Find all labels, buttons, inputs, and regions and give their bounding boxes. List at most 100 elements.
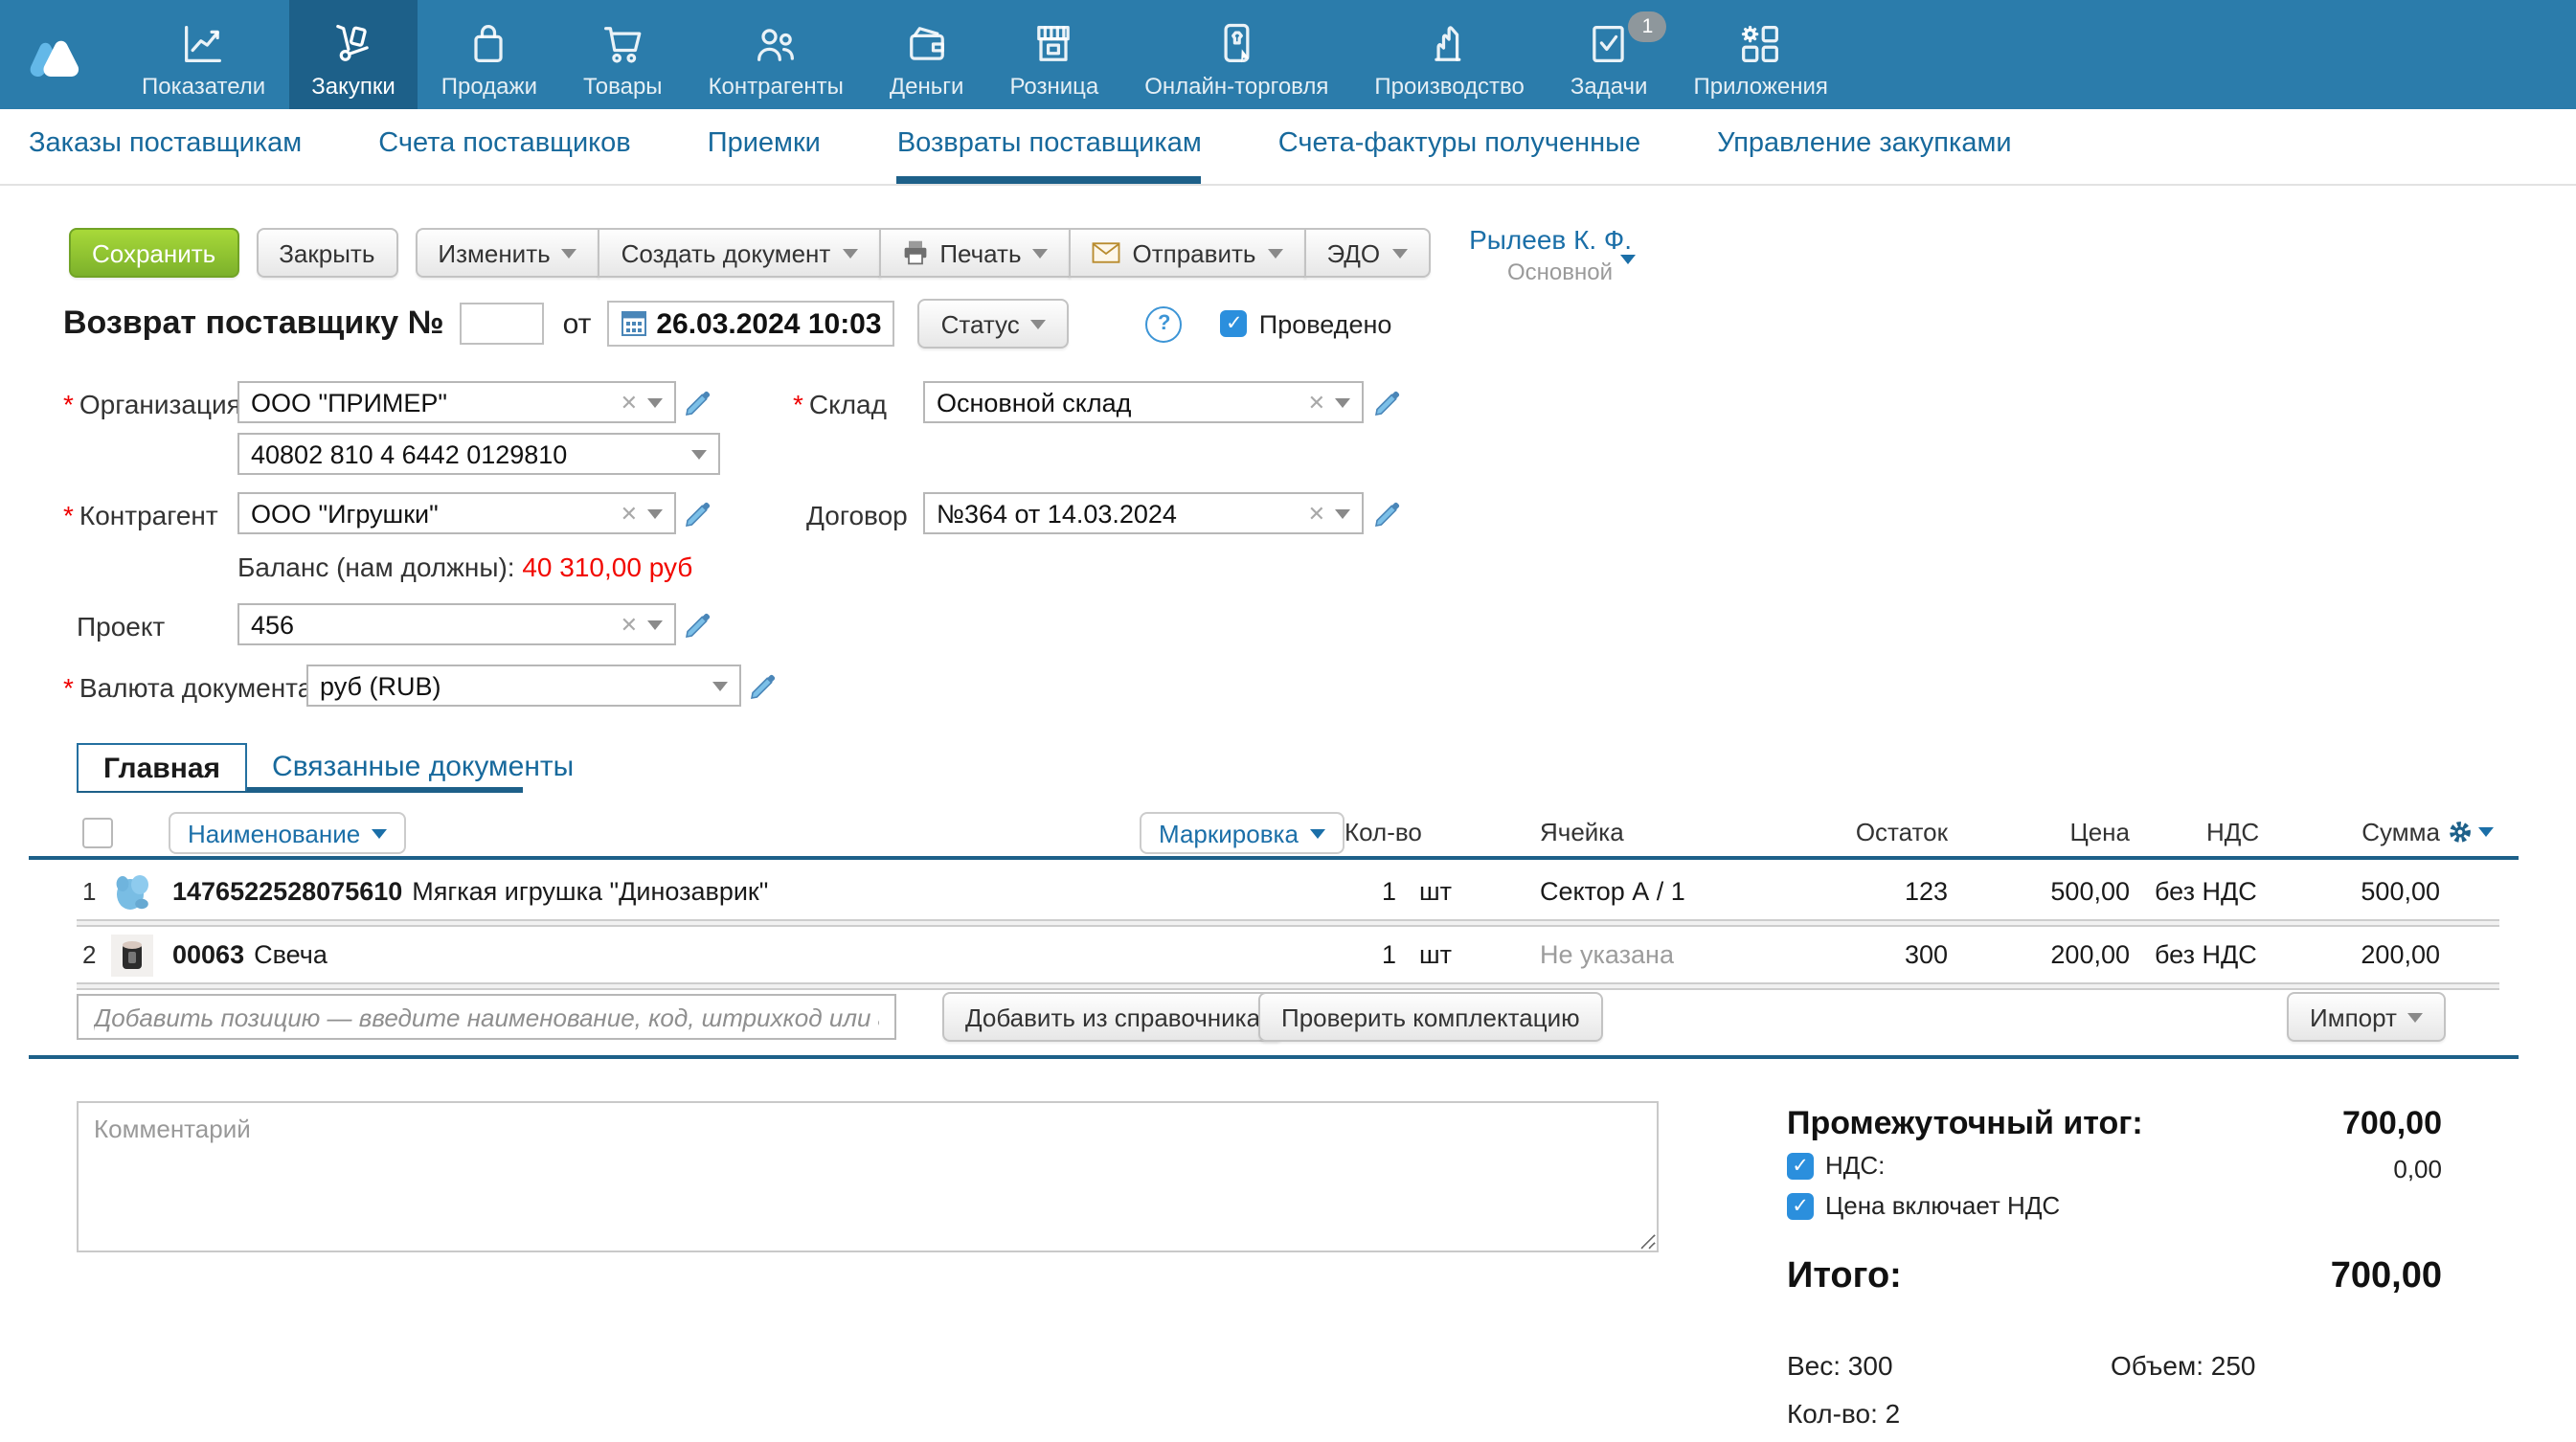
purchases-sub-nav: Заказы поставщикам Счета поставщиков При… [0, 109, 2576, 186]
warehouse-cell[interactable]: Не указана [1540, 927, 1674, 982]
table-row[interactable]: 1 1476522528075610Мягкая игрушка "Диноза… [77, 864, 2499, 919]
nav-item-purchases[interactable]: Закупки [288, 0, 418, 109]
chevron-down-icon[interactable] [691, 449, 707, 459]
product-thumbnail[interactable] [111, 864, 153, 919]
nav-item-goods[interactable]: Товары [560, 0, 686, 109]
edo-button[interactable]: ЭДО [1303, 228, 1430, 278]
user-name[interactable]: Рылеев К. Ф. [1417, 224, 1632, 255]
check-kit-button[interactable]: Проверить комплектацию [1258, 992, 1603, 1042]
clear-icon[interactable] [1308, 390, 1325, 415]
organization-combo[interactable]: ООО "ПРИМЕР" [237, 381, 676, 423]
clear-icon[interactable] [621, 390, 638, 415]
clear-icon[interactable] [621, 501, 638, 526]
project-value: 456 [251, 610, 611, 639]
close-button[interactable]: Закрыть [256, 228, 397, 278]
nav-item-online-trade[interactable]: Онлайн-торговля [1121, 0, 1351, 109]
currency-select[interactable]: руб (RUB) [306, 665, 741, 707]
edit-button[interactable]: Изменить [415, 228, 599, 278]
qty-cell[interactable]: 1 [1226, 864, 1396, 919]
nav-item-contractors[interactable]: Контрагенты [686, 0, 867, 109]
document-date-input[interactable]: 26.03.2024 10:03 [606, 301, 894, 347]
column-marking-button[interactable]: Маркировка [1140, 812, 1344, 854]
nav-item-money[interactable]: Деньги [867, 0, 987, 109]
send-button[interactable]: Отправить [1070, 228, 1306, 278]
contractor-combo[interactable]: ООО "Игрушки" [237, 492, 676, 534]
print-button[interactable]: Печать [878, 228, 1071, 278]
status-button[interactable]: Статус [918, 299, 1070, 349]
subnav-supplier-returns[interactable]: Возвраты поставщикам [897, 109, 1202, 184]
gear-icon [2448, 820, 2473, 845]
nav-item-apps[interactable]: Приложения [1670, 0, 1850, 109]
table-settings-button[interactable] [2448, 820, 2494, 845]
contract-combo[interactable]: №364 от 14.03.2024 [923, 492, 1364, 534]
tab-main[interactable]: Главная [77, 743, 247, 791]
document-number-input[interactable] [460, 303, 544, 345]
clear-icon[interactable] [621, 612, 638, 637]
product-name-cell[interactable]: 00063Свеча [172, 927, 328, 982]
comment-textarea[interactable] [77, 1101, 1659, 1252]
nav-item-retail[interactable]: Розница [986, 0, 1121, 109]
edit-pencil-icon[interactable] [682, 385, 712, 416]
subnav-supplier-invoices[interactable]: Счета поставщиков [378, 109, 630, 184]
edit-pencil-icon[interactable] [1371, 496, 1402, 527]
subnav-receivings[interactable]: Приемки [708, 109, 821, 184]
help-icon[interactable]: ? [1146, 305, 1183, 342]
nav-item-tasks[interactable]: Задачи 1 [1548, 0, 1671, 109]
price-cell[interactable]: 500,00 [1973, 864, 2130, 919]
chevron-down-icon[interactable] [712, 681, 728, 690]
line-chart-icon [179, 19, 229, 69]
positions-table: Наименование Маркировка Кол-во Ячейка Ос… [77, 812, 2499, 990]
project-label: Проект [77, 611, 165, 642]
vat-cell[interactable]: без НДС [2155, 927, 2257, 982]
chevron-down-icon [2408, 1012, 2424, 1022]
edit-pencil-icon[interactable] [747, 668, 778, 699]
vat-cell[interactable]: без НДС [2155, 864, 2257, 919]
nav-item-sales[interactable]: Продажи [418, 0, 560, 109]
product-thumbnail[interactable] [111, 927, 153, 982]
price-cell[interactable]: 200,00 [1973, 927, 2130, 982]
chevron-down-icon[interactable] [647, 397, 663, 407]
product-name-cell[interactable]: 1476522528075610Мягкая игрушка "Динозавр… [172, 864, 768, 919]
chevron-down-icon[interactable] [1335, 508, 1350, 518]
chevron-down-icon[interactable] [647, 508, 663, 518]
select-all-checkbox[interactable] [82, 818, 113, 848]
column-stock: Остаток [1724, 818, 1948, 846]
top-nav: Показатели Закупки Продажи Товары Контра… [0, 0, 2576, 109]
column-sum: Сумма [2260, 818, 2440, 846]
subnav-orders-to-suppliers[interactable]: Заказы поставщикам [29, 109, 302, 184]
organization-account-select[interactable]: 40802 810 4 6442 0129810 [237, 433, 720, 475]
column-name-button[interactable]: Наименование [169, 812, 406, 854]
subnav-purchase-management[interactable]: Управление закупками [1717, 109, 2012, 184]
table-row[interactable]: 2 00063Свеча 1 шт Не указана 300 200,00 … [77, 927, 2499, 982]
qty-cell[interactable]: 1 [1226, 927, 1396, 982]
currency-label: Валюта документа [63, 672, 312, 703]
warehouse-combo[interactable]: Основной склад [923, 381, 1364, 423]
edit-pencil-icon[interactable] [682, 496, 712, 527]
nav-item-production[interactable]: Производство [1351, 0, 1548, 109]
column-vat: НДС [2206, 818, 2259, 846]
add-position-input[interactable] [77, 994, 896, 1040]
nav-item-indicators[interactable]: Показатели [119, 0, 288, 109]
vat-checkbox[interactable] [1787, 1152, 1814, 1179]
moysklad-logo-icon[interactable] [0, 0, 119, 109]
chevron-down-icon[interactable] [647, 620, 663, 629]
create-document-button[interactable]: Создать документ [599, 228, 881, 278]
import-button[interactable]: Импорт [2287, 992, 2447, 1042]
chevron-down-icon[interactable] [1335, 397, 1350, 407]
project-combo[interactable]: 456 [237, 603, 676, 645]
add-from-catalog-button[interactable]: Добавить из справочника [942, 992, 1283, 1042]
tab-linked-documents[interactable]: Связанные документы [247, 743, 599, 791]
apps-grid-icon [1736, 19, 1786, 69]
warehouse-cell[interactable]: Сектор А / 1 [1540, 864, 1685, 919]
nav-label: Товары [583, 73, 663, 100]
conducted-checkbox[interactable] [1221, 310, 1248, 337]
clear-icon[interactable] [1308, 501, 1325, 526]
price-includes-vat-checkbox[interactable] [1787, 1192, 1814, 1219]
save-button[interactable]: Сохранить [69, 228, 238, 278]
subnav-received-invoices[interactable]: Счета-фактуры полученные [1278, 109, 1640, 184]
user-menu[interactable]: Рылеев К. Ф. Основной [1417, 224, 1632, 285]
nav-label: Контрагенты [709, 73, 844, 100]
stock-cell: 123 [1724, 864, 1948, 919]
edit-pencil-icon[interactable] [1371, 385, 1402, 416]
edit-pencil-icon[interactable] [682, 607, 712, 638]
